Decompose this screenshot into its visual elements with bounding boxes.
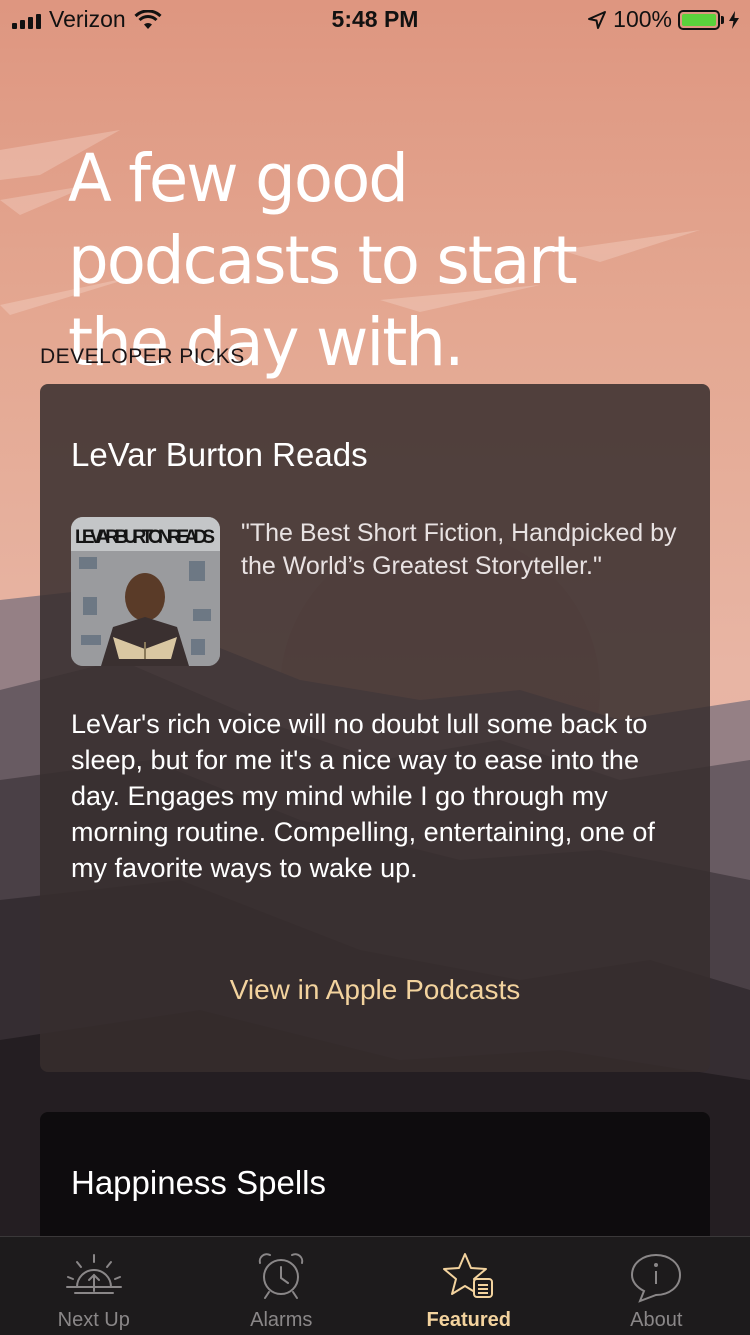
podcast-title: LeVar Burton Reads [71,436,368,474]
tab-label-next-up: Next Up [0,1309,188,1332]
tab-about[interactable]: About [563,1237,750,1335]
battery-cap [721,16,724,24]
artwork-title: LEVAR BURTON READS [75,527,215,548]
battery-percent: 100% [613,6,672,33]
tab-label-about: About [563,1309,750,1332]
alarm-clock-icon [255,1251,307,1301]
tab-featured[interactable]: Featured [375,1237,563,1335]
sunrise-icon [63,1251,125,1301]
info-icon [628,1251,684,1303]
star-list-icon [441,1251,497,1301]
tab-label-alarms: Alarms [188,1309,376,1332]
battery-icon [678,10,720,30]
charging-bolt-icon [728,10,740,30]
podcast-artwork[interactable]: LEVAR BURTON READS [71,517,220,666]
podcast-card: LeVar Burton Reads LEVAR BURTON READS "T… [40,384,710,1072]
podcast-description: LeVar's rich voice will no doubt lull so… [71,706,686,886]
location-arrow-icon [587,10,607,30]
view-in-apple-podcasts-link[interactable]: View in Apple Podcasts [40,974,710,1006]
artwork-image: LEVAR BURTON READS [71,517,220,666]
tab-next-up[interactable]: Next Up [0,1237,188,1335]
podcast-tagline: "The Best Short Fiction, Handpicked by t… [241,517,681,583]
tab-label-featured: Featured [375,1309,563,1332]
status-right: 100% [587,6,740,33]
section-label: DEVELOPER PICKS [40,345,245,369]
status-bar: Verizon 5:48 PM 100% [0,0,750,40]
podcast-title-2: Happiness Spells [71,1164,326,1202]
tab-alarms[interactable]: Alarms [188,1237,376,1335]
tab-bar: Next Up Alarms Featured [0,1236,750,1335]
